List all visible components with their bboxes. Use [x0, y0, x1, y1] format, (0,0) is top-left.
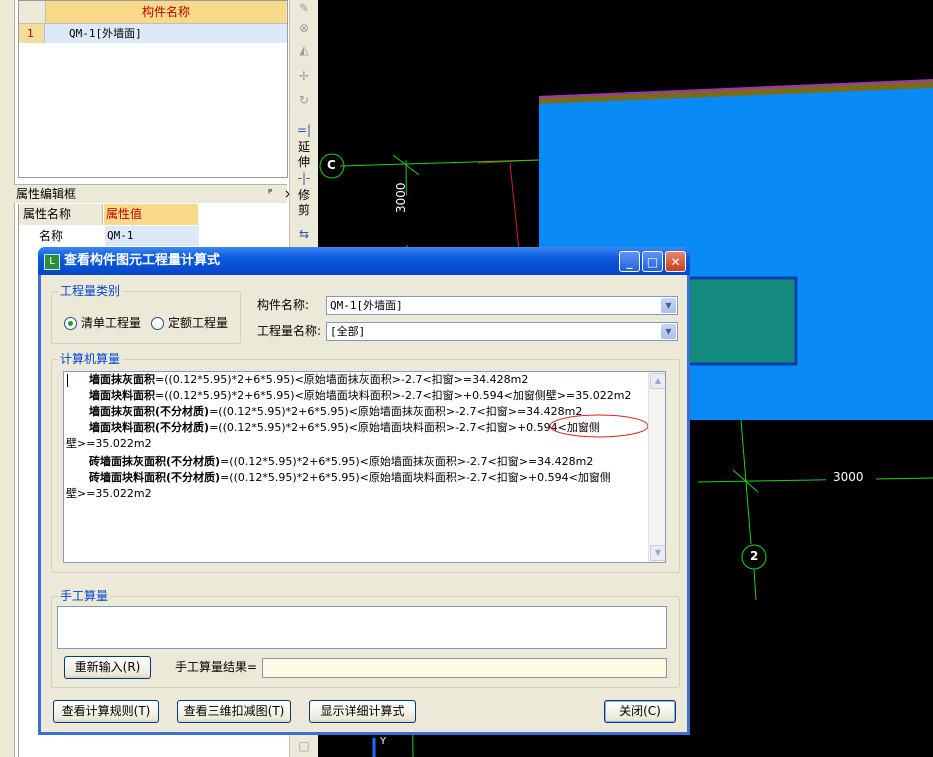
- property-name-column-header: 属性名称: [19, 204, 103, 225]
- radio-quota-quantity-label[interactable]: 定额工程量: [168, 315, 228, 331]
- radio-quota-quantity[interactable]: [151, 317, 164, 330]
- property-panel-title: 属性编辑框: [16, 187, 77, 201]
- component-name-select[interactable]: QM-1[外墙面] ▼: [326, 296, 678, 315]
- window-block: [686, 278, 796, 364]
- wall-axis-line: [509, 162, 520, 251]
- move-icon[interactable]: ✛: [296, 68, 312, 84]
- property-panel-titlebar: 属性编辑框 ᴾ ×: [14, 184, 294, 203]
- scroll-down-icon[interactable]: ▼: [650, 545, 665, 561]
- break-icon[interactable]: ⇆: [296, 226, 312, 242]
- y-axis-label: Y: [380, 736, 387, 747]
- quantity-name-label: 工程量名称:: [257, 324, 322, 338]
- close-window-button[interactable]: ✕: [665, 251, 686, 272]
- calc-line: 壁>=35.022m2: [66, 437, 152, 450]
- manual-calc-label: 手工算量: [58, 589, 111, 603]
- trim-button[interactable]: 修剪: [298, 188, 312, 218]
- rotate-icon[interactable]: ↻: [296, 92, 312, 108]
- quantity-name-select[interactable]: [全部] ▼: [326, 322, 678, 341]
- computer-calc-label: 计算机算量: [58, 352, 123, 366]
- view-calc-rules-button[interactable]: 查看计算规则(T): [53, 700, 159, 723]
- property-value-cell[interactable]: QM-1: [105, 226, 199, 246]
- grid-line: [697, 477, 933, 483]
- calc-line: 墙面抹灰面积=((0.12*5.95)*2+6*5.95)<原始墙面抹灰面积>-…: [89, 373, 529, 386]
- scroll-up-icon[interactable]: ▲: [650, 373, 665, 389]
- manual-result-label: 手工算量结果=: [175, 660, 258, 674]
- calc-line: 墙面抹灰面积(不分材质)=((0.12*5.95)*2+6*5.95)<原始墙面…: [89, 405, 583, 418]
- table-row[interactable]: 1 QM-1[外墙面]: [19, 24, 287, 43]
- radio-list-quantity[interactable]: [64, 317, 77, 330]
- pin-icon[interactable]: ᴾ: [268, 185, 272, 203]
- dialog-body: 工程量类别 清单工程量 定额工程量 构件名称: QM-1[外墙面] ▼ 工程量名…: [41, 275, 687, 732]
- calc-line: 墙面块料面积=((0.12*5.95)*2+6*5.95)<原始墙面块料面积>-…: [89, 389, 632, 402]
- component-name-value: QM-1[外墙面]: [330, 299, 403, 312]
- reenter-button[interactable]: 重新输入(R): [64, 656, 151, 679]
- copy-icon[interactable]: ⊗: [296, 20, 312, 36]
- calc-formula-textarea[interactable]: 墙面抹灰面积=((0.12*5.95)*2+6*5.95)<原始墙面抹灰面积>-…: [63, 371, 666, 563]
- close-button[interactable]: 关闭(C): [604, 700, 676, 723]
- component-list-grid: 构件名称 1 QM-1[外墙面]: [18, 0, 288, 178]
- quantity-formula-dialog: L 查看构件图元工程量计算式 _ □ ✕ 工程量类别 清单工程量 定额工程量 构…: [38, 247, 690, 735]
- tool-icon[interactable]: ▢: [296, 738, 312, 754]
- left-dock-strip: [0, 0, 15, 757]
- component-name-cell[interactable]: QM-1[外墙面]: [69, 24, 142, 43]
- app-icon: L: [44, 254, 60, 270]
- dialog-titlebar[interactable]: L 查看构件图元工程量计算式 _ □ ✕: [38, 247, 690, 275]
- property-row[interactable]: 名称 QM-1: [19, 226, 287, 246]
- component-name-label: 构件名称:: [257, 298, 310, 312]
- calc-line: 墙面块料面积(不分材质)=((0.12*5.95)*2+6*5.95)<原始墙面…: [89, 421, 600, 434]
- calc-line: 砖墙面块料面积(不分材质)=((0.12*5.95)*2+6*5.95)<原始墙…: [89, 471, 611, 484]
- trim-icon[interactable]: -|-: [296, 170, 312, 186]
- grid-line: [753, 568, 757, 601]
- calc-line: 砖墙面抹灰面积(不分材质)=((0.12*5.95)*2+6*5.95)<原始墙…: [89, 455, 594, 468]
- maximize-button[interactable]: □: [642, 251, 663, 272]
- row-number: 1: [19, 24, 45, 43]
- property-grid-header: 属性名称 属性值: [19, 204, 287, 225]
- radio-list-quantity-label[interactable]: 清单工程量: [81, 315, 141, 331]
- highlight-ellipse: [549, 414, 649, 438]
- component-name-column-header[interactable]: 构件名称: [46, 1, 286, 23]
- show-detailed-formula-button[interactable]: 显示详细计算式: [309, 700, 416, 723]
- axis-2-label: 2: [750, 549, 759, 563]
- vertical-dimension: 3000: [394, 182, 408, 213]
- property-value-column-header: 属性值: [104, 204, 198, 225]
- dialog-title: 查看构件图元工程量计算式: [64, 253, 221, 268]
- axis-c-label: C: [327, 158, 336, 172]
- grid-corner: [19, 1, 46, 23]
- calc-line: 壁>=35.022m2: [66, 487, 152, 500]
- property-name-cell: 名称: [39, 229, 64, 243]
- chevron-down-icon[interactable]: ▼: [661, 324, 676, 339]
- minimize-button[interactable]: _: [619, 251, 640, 272]
- text-cursor: [67, 374, 68, 387]
- quantity-name-value: [全部]: [330, 325, 366, 338]
- manual-calc-textarea[interactable]: [57, 606, 667, 649]
- extend-button[interactable]: 延伸: [298, 140, 312, 170]
- component-list-header: 构件名称: [19, 1, 287, 24]
- view-3d-deduction-button[interactable]: 查看三维扣减图(T): [177, 700, 291, 723]
- vertical-scrollbar[interactable]: ▲ ▼: [648, 372, 665, 562]
- grid-line: [339, 159, 540, 167]
- chevron-down-icon[interactable]: ▼: [661, 298, 676, 313]
- mirror-icon[interactable]: ◭: [296, 42, 312, 58]
- manual-result-field[interactable]: [262, 658, 667, 678]
- quantity-type-label: 工程量类别: [58, 284, 123, 298]
- draw-icon[interactable]: ✎: [296, 0, 312, 16]
- horizontal-dimension: 3000: [833, 470, 864, 484]
- extend-icon[interactable]: =|: [296, 122, 312, 138]
